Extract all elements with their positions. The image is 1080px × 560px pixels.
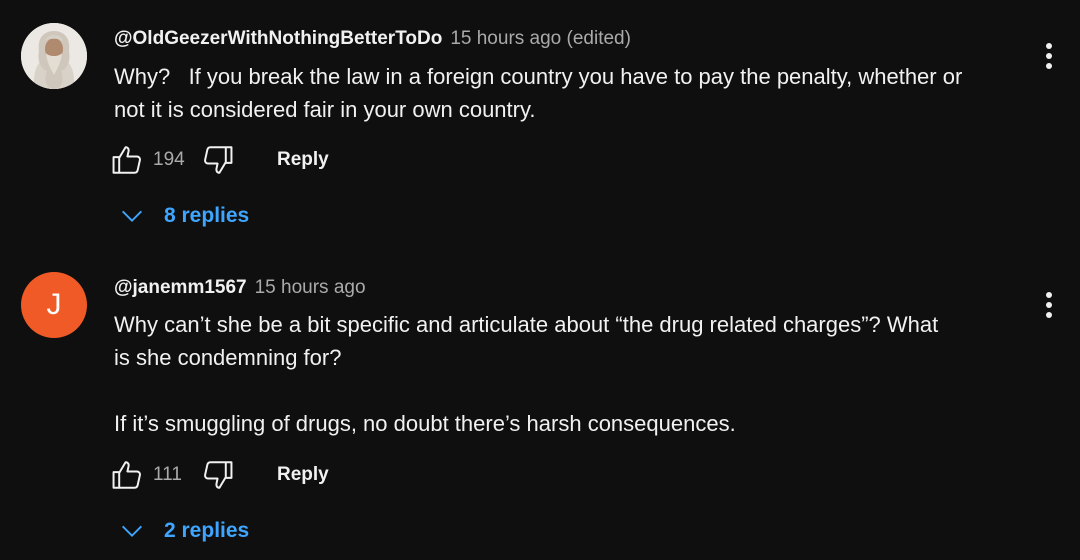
comment-author[interactable]: @janemm1567 xyxy=(114,277,247,298)
comment-timestamp[interactable]: 15 hours ago (edited) xyxy=(450,28,631,49)
view-replies-button[interactable]: 8 replies xyxy=(118,199,249,233)
dislike-button[interactable] xyxy=(201,143,235,177)
chevron-down-icon xyxy=(122,210,142,222)
comment-actions: 111 Reply xyxy=(110,458,329,492)
comment-menu-button[interactable] xyxy=(1032,288,1066,322)
reply-button[interactable]: Reply xyxy=(277,149,329,171)
chevron-down-icon xyxy=(122,525,142,537)
comment-menu-button[interactable] xyxy=(1032,39,1066,73)
thumbs-up-icon xyxy=(112,461,141,489)
comment-header: @OldGeezerWithNothingBetterToDo 15 hours … xyxy=(114,28,631,50)
reply-button[interactable]: Reply xyxy=(277,464,329,486)
thumbs-down-icon xyxy=(204,461,233,489)
thumbs-up-icon xyxy=(112,146,141,174)
comment-author[interactable]: @OldGeezerWithNothingBetterToDo xyxy=(114,28,442,49)
comment-header: @janemm1567 15 hours ago xyxy=(114,277,366,299)
avatar-photo xyxy=(21,23,87,89)
like-button[interactable] xyxy=(110,143,144,177)
avatar-initial: J xyxy=(46,288,62,321)
dislike-button[interactable] xyxy=(201,458,235,492)
like-button[interactable] xyxy=(110,458,144,492)
avatar[interactable] xyxy=(21,23,87,89)
comment-text: Why? If you break the law in a foreign c… xyxy=(114,64,963,122)
thumbs-down-icon xyxy=(204,146,233,174)
more-vert-icon xyxy=(1046,43,1052,69)
replies-count-label: 8 replies xyxy=(164,204,250,227)
view-replies-button[interactable]: 2 replies xyxy=(118,514,249,548)
replies-count-label: 2 replies xyxy=(164,519,250,542)
like-count: 111 xyxy=(153,464,182,485)
like-count: 194 xyxy=(153,149,185,170)
more-vert-icon xyxy=(1046,292,1052,318)
avatar[interactable]: J xyxy=(21,272,87,338)
comment-text: Why can’t she be a bit specific and arti… xyxy=(114,312,939,436)
comment-actions: 194 Reply xyxy=(110,143,329,177)
comment-timestamp[interactable]: 15 hours ago xyxy=(255,277,366,298)
